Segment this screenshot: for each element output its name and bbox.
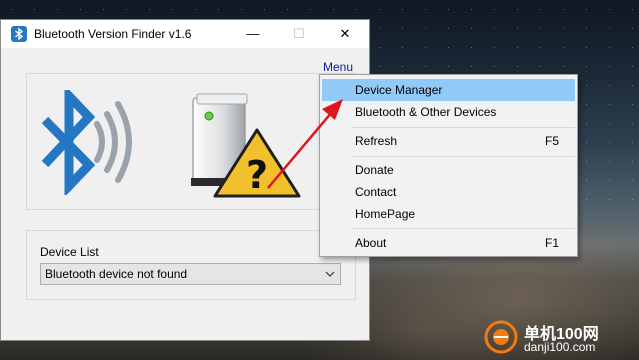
menu-separator [351,156,575,157]
warning-question-icon: ? [191,93,301,198]
device-list-label: Device List [40,245,99,259]
maximize-button[interactable]: ☐ [276,20,322,48]
device-list-selected-value: Bluetooth device not found [45,267,188,281]
menu-item-label: Donate [355,163,394,177]
menu-item-label: Contact [355,185,397,199]
window-title: Bluetooth Version Finder v1.6 [34,27,192,41]
menu-separator [351,228,575,229]
svg-text:?: ? [246,153,268,197]
minimize-button[interactable]: — [230,20,276,48]
menu-item-refresh[interactable]: Refresh F5 [322,130,575,152]
menu-item-label: About [355,236,387,250]
menu-link[interactable]: Menu [323,60,353,74]
bluetooth-app-icon [11,26,27,42]
app-window: Bluetooth Version Finder v1.6 — ☐ ✕ Menu [0,19,370,341]
menu-item-about[interactable]: About F1 [322,232,575,254]
menu-item-label: HomePage [355,207,416,221]
status-graphic-panel: ? [26,73,356,210]
menu-item-shortcut: F5 [545,134,560,148]
close-button[interactable]: ✕ [322,20,368,48]
device-list-group: Device List Bluetooth device not found [26,230,356,300]
watermark: 单机100网 danji100.com [484,318,634,358]
chevron-down-icon [325,271,335,277]
title-bar[interactable]: Bluetooth Version Finder v1.6 — ☐ ✕ [1,20,369,48]
menu-item-label: Device Manager [355,83,443,97]
device-list-dropdown[interactable]: Bluetooth device not found [40,263,341,285]
menu-item-device-manager[interactable]: Device Manager [322,79,575,101]
menu-item-label: Bluetooth & Other Devices [355,105,497,119]
bluetooth-icon [41,90,132,195]
watermark-url: danji100.com [524,340,596,354]
menu-item-bluetooth-other-devices[interactable]: Bluetooth & Other Devices [322,101,575,123]
menu-separator [351,127,575,128]
watermark-logo-icon [484,320,518,354]
menu-item-label: Refresh [355,134,398,148]
menu-item-shortcut: F1 [545,236,560,250]
menu-item-donate[interactable]: Donate [322,159,575,181]
menu-item-homepage[interactable]: HomePage [322,203,575,225]
menu-item-contact[interactable]: Contact [322,181,575,203]
dropdown-menu: Device Manager Bluetooth & Other Devices… [319,74,578,257]
